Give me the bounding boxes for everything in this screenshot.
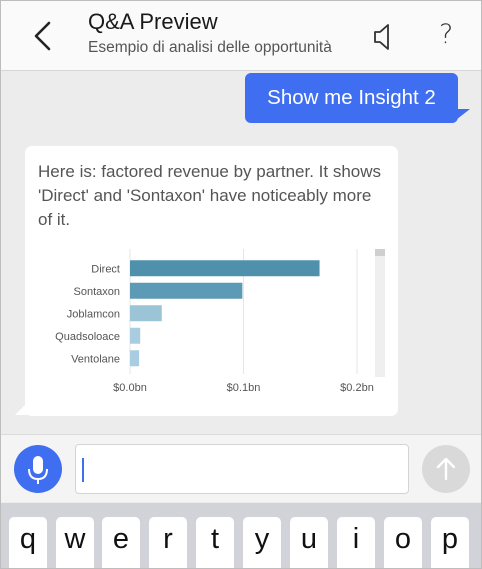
bot-message-bubble: Here is: factored revenue by partner. It…	[25, 146, 398, 416]
chart-scrollbar-thumb[interactable]	[375, 249, 385, 256]
microphone-icon	[28, 456, 48, 484]
category-label: Ventolane	[71, 353, 120, 365]
microphone-button[interactable]	[14, 445, 62, 493]
speaker-icon[interactable]	[369, 21, 397, 53]
page-subtitle: Esempio di analisi delle opportunità	[88, 39, 332, 56]
app-frame: Q&A Preview Esempio di analisi delle opp…	[0, 0, 482, 569]
on-screen-keyboard: q w e r t y u i o p	[1, 503, 481, 568]
key-r[interactable]: r	[149, 517, 187, 568]
category-label: Quadsoloace	[55, 331, 120, 343]
bar-chart[interactable]: $0.0bn $0.1bn $0.2bn Direct Sontaxon Joblamco…	[25, 244, 398, 404]
user-message-bubble: Show me Insight 2	[245, 73, 458, 123]
key-q[interactable]: q	[9, 517, 47, 568]
bar-chart-svg: $0.0bn $0.1bn $0.2bn Direct Sontaxon Joblamco…	[55, 249, 385, 394]
x-tick-label: $0.1bn	[227, 382, 261, 394]
help-button[interactable]: ?	[439, 19, 453, 50]
chevron-left-icon[interactable]	[27, 17, 61, 55]
key-u[interactable]: u	[290, 517, 328, 568]
header: Q&A Preview Esempio di analisi delle opp…	[1, 1, 481, 71]
category-label: Joblamcon	[67, 308, 120, 320]
user-bubble-tail	[452, 109, 470, 123]
input-bar	[1, 434, 481, 502]
key-t[interactable]: t	[196, 517, 234, 568]
bar-quadsoloace[interactable]	[130, 327, 141, 344]
key-o[interactable]: o	[384, 517, 422, 568]
bar-sontaxon[interactable]	[130, 282, 243, 299]
question-input[interactable]	[75, 444, 409, 494]
bar-direct[interactable]	[130, 260, 320, 277]
bar-joblamcon[interactable]	[130, 305, 162, 322]
category-label: Sontaxon	[74, 286, 120, 298]
key-w[interactable]: w	[56, 517, 94, 568]
key-e[interactable]: e	[102, 517, 140, 568]
key-p[interactable]: p	[431, 517, 469, 568]
page-title: Q&A Preview	[88, 9, 218, 34]
key-y[interactable]: y	[243, 517, 281, 568]
x-tick-label: $0.2bn	[340, 382, 374, 394]
key-i[interactable]: i	[337, 517, 375, 568]
arrow-up-icon	[436, 457, 456, 481]
bar-ventolane[interactable]	[130, 350, 140, 367]
chart-scrollbar-track[interactable]	[375, 249, 385, 377]
text-caret	[82, 458, 84, 482]
bot-message-text: Here is: factored revenue by partner. It…	[38, 162, 382, 229]
x-tick-label: $0.0bn	[113, 382, 147, 394]
category-label: Direct	[91, 263, 120, 275]
send-button[interactable]	[422, 445, 470, 493]
